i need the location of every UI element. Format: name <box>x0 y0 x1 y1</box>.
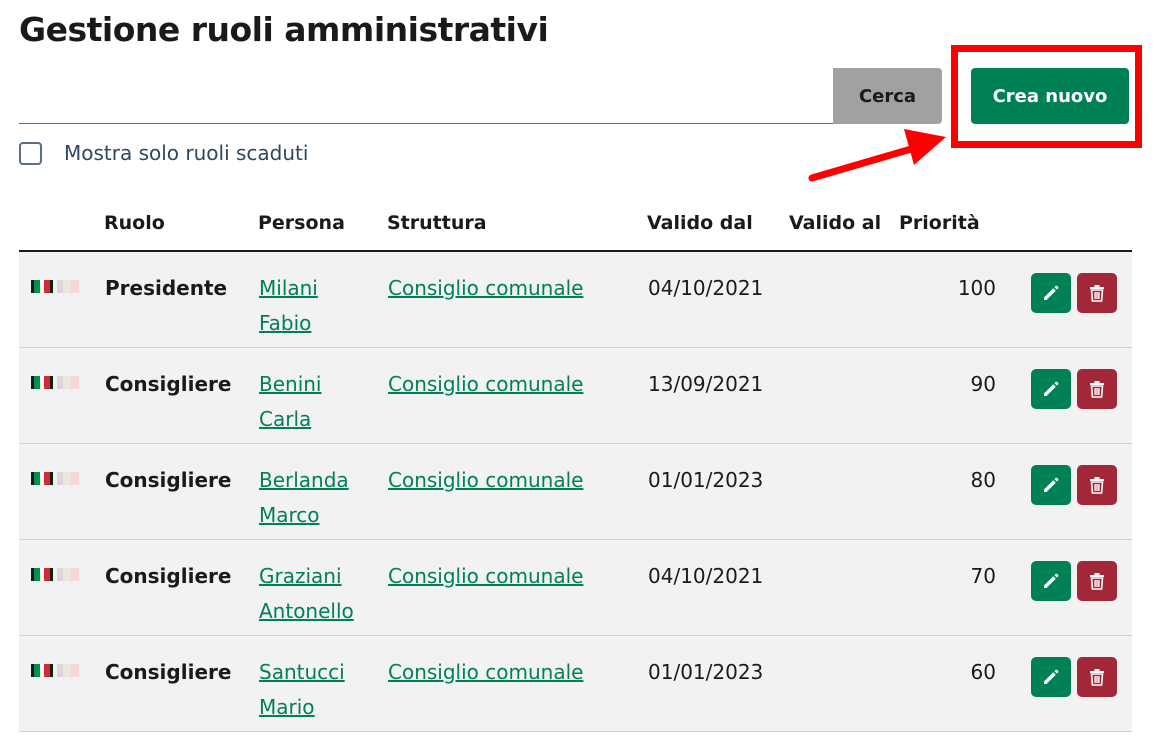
flag-faded-icon <box>57 280 79 293</box>
table-row: Consigliere Graziani Antonello Consiglio … <box>19 539 1132 636</box>
roles-table: Ruolo Persona Struttura Valido dal Valid… <box>19 196 1132 732</box>
flag-italy-icon <box>31 472 53 485</box>
row-flags <box>19 443 104 540</box>
valid-from: 01/01/2023 <box>648 660 764 684</box>
header-priorita: Priorità <box>899 196 999 252</box>
pencil-icon <box>1044 381 1059 396</box>
structure-link[interactable]: Consiglio comunale <box>388 655 583 690</box>
header-actions <box>999 196 1132 252</box>
header-struttura: Struttura <box>387 196 647 252</box>
trash-icon <box>1090 285 1104 302</box>
delete-button[interactable] <box>1077 273 1117 313</box>
pencil-icon <box>1044 477 1059 492</box>
annotation-arrow <box>808 129 946 182</box>
valid-from: 13/09/2021 <box>648 372 764 396</box>
flag-italy-icon <box>31 568 53 581</box>
role-name: Consigliere <box>105 660 232 684</box>
header-ruolo: Ruolo <box>104 196 258 252</box>
priority-value: 70 <box>970 564 996 588</box>
search-input[interactable] <box>19 68 833 124</box>
edit-button[interactable] <box>1031 561 1071 601</box>
expired-only-checkbox[interactable] <box>19 141 42 165</box>
flag-faded-icon <box>57 472 79 485</box>
structure-link[interactable]: Consiglio comunale <box>388 271 583 306</box>
trash-icon <box>1090 573 1104 590</box>
flag-faded-icon <box>57 664 79 677</box>
table-row: Consigliere Santucci Mario Consiglio comu… <box>19 635 1132 732</box>
table-row: Consigliere Berlanda Marco Consiglio comu… <box>19 443 1132 540</box>
person-link[interactable]: Benini Carla <box>259 367 359 437</box>
row-flags <box>19 251 104 348</box>
row-flags <box>19 635 104 732</box>
valid-from: 01/01/2023 <box>648 468 764 492</box>
role-name: Consigliere <box>105 564 232 588</box>
trash-icon <box>1090 381 1104 398</box>
row-flags <box>19 539 104 636</box>
flag-faded-icon <box>57 376 79 389</box>
trash-icon <box>1090 669 1104 686</box>
person-link[interactable]: Graziani Antonello <box>259 559 359 629</box>
delete-button[interactable] <box>1077 561 1117 601</box>
trash-icon <box>1090 477 1104 494</box>
expired-filter[interactable]: Mostra solo ruoli scaduti <box>19 141 308 165</box>
valid-from: 04/10/2021 <box>648 564 764 588</box>
edit-button[interactable] <box>1031 369 1071 409</box>
role-name: Presidente <box>105 276 228 300</box>
person-link[interactable]: Santucci Mario <box>259 655 359 725</box>
page-title: Gestione ruoli amministrativi <box>19 10 549 49</box>
priority-value: 80 <box>970 468 996 492</box>
role-name: Consigliere <box>105 372 232 396</box>
table-header-row: Ruolo Persona Struttura Valido dal Valid… <box>19 196 1132 252</box>
pencil-icon <box>1044 573 1059 588</box>
expired-only-label: Mostra solo ruoli scaduti <box>64 141 309 165</box>
delete-button[interactable] <box>1077 657 1117 697</box>
flag-italy-icon <box>31 376 53 389</box>
header-valido-al: Valido al <box>789 196 899 252</box>
person-link[interactable]: Berlanda Marco <box>259 463 359 533</box>
priority-value: 60 <box>970 660 996 684</box>
flag-faded-icon <box>57 568 79 581</box>
valid-from: 04/10/2021 <box>648 276 764 300</box>
structure-link[interactable]: Consiglio comunale <box>388 559 583 594</box>
edit-button[interactable] <box>1031 657 1071 697</box>
table-row: Presidente Milani Fabio Consiglio comunal… <box>19 251 1132 348</box>
header-persona: Persona <box>258 196 387 252</box>
edit-button[interactable] <box>1031 273 1071 313</box>
role-name: Consigliere <box>105 468 232 492</box>
table-row: Consigliere Benini Carla Consiglio comuna… <box>19 347 1132 444</box>
person-link[interactable]: Milani Fabio <box>259 271 359 341</box>
flag-italy-icon <box>31 280 53 293</box>
pencil-icon <box>1044 669 1059 684</box>
delete-button[interactable] <box>1077 369 1117 409</box>
priority-value: 100 <box>957 276 996 300</box>
priority-value: 90 <box>970 372 996 396</box>
flag-italy-icon <box>31 664 53 677</box>
pencil-icon <box>1044 285 1059 300</box>
search-button[interactable]: Cerca <box>833 68 942 124</box>
row-flags <box>19 347 104 444</box>
edit-button[interactable] <box>1031 465 1071 505</box>
header-flags <box>19 196 104 252</box>
delete-button[interactable] <box>1077 465 1117 505</box>
structure-link[interactable]: Consiglio comunale <box>388 463 583 498</box>
create-new-button[interactable]: Crea nuovo <box>971 68 1129 124</box>
structure-link[interactable]: Consiglio comunale <box>388 367 583 402</box>
header-valido-dal: Valido dal <box>647 196 789 252</box>
